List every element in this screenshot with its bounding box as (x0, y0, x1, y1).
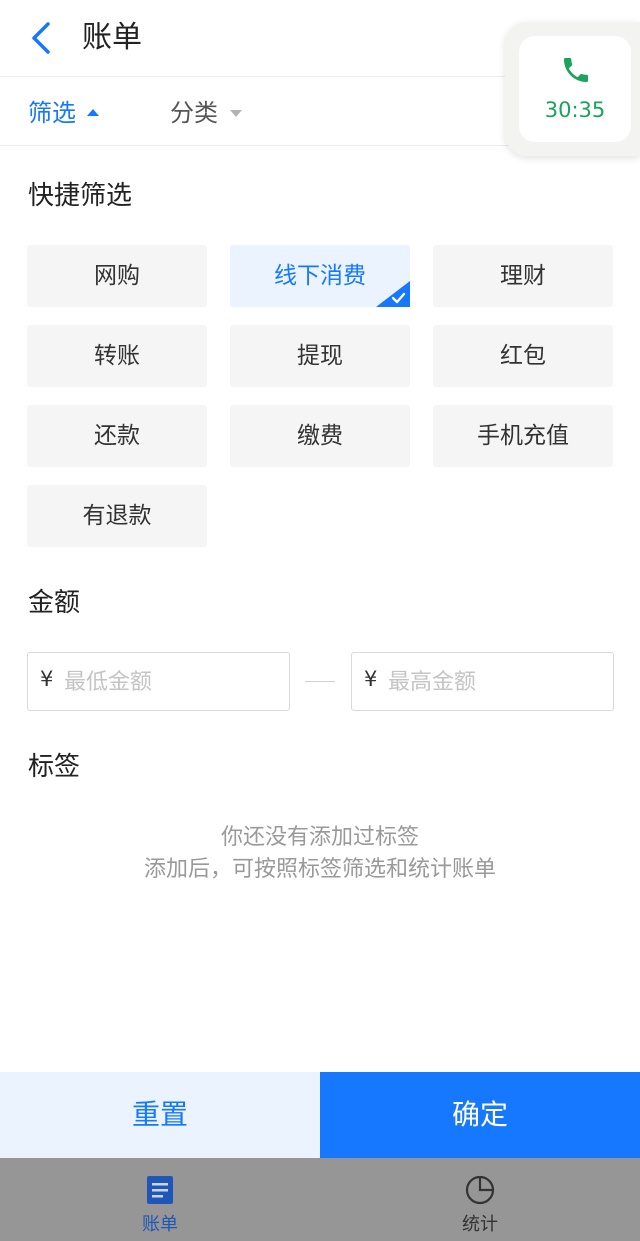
chip-offline-consumption[interactable]: 线下消费 (230, 245, 410, 307)
call-floating-window[interactable]: 30:35 (505, 22, 640, 156)
min-amount-input[interactable] (62, 661, 281, 703)
tags-empty-text: 你还没有添加过标签 (220, 825, 419, 850)
tab-bill[interactable]: 账单 (80, 1158, 240, 1241)
chip-refund[interactable]: 有退款 (27, 485, 207, 547)
tab-bill-label: 账单 (142, 1214, 178, 1235)
chip-repayment[interactable]: 还款 (27, 405, 207, 467)
max-amount-field[interactable]: ¥ (351, 652, 614, 711)
tags-empty-hint: 添加后，可按照标签筛选和统计账单 (143, 857, 496, 882)
range-separator (305, 681, 335, 682)
chip-withdraw[interactable]: 提现 (230, 325, 410, 387)
page-title: 账单 (82, 20, 142, 55)
caret-down-icon (230, 110, 242, 117)
chip-bill-payment[interactable]: 缴费 (230, 405, 410, 467)
tab-statistics[interactable]: 统计 (400, 1158, 560, 1241)
caret-up-icon (87, 109, 99, 116)
checkmark-corner-icon (376, 281, 410, 307)
chip-red-packet[interactable]: 红包 (433, 325, 613, 387)
tags-title: 标签 (28, 752, 81, 782)
back-arrow-icon[interactable] (24, 18, 64, 58)
chip-phone-topup[interactable]: 手机充值 (433, 405, 613, 467)
yen-symbol: ¥ (364, 667, 378, 691)
tab-screen[interactable]: 筛选 (28, 97, 76, 129)
phone-icon (564, 58, 588, 82)
confirm-button[interactable]: 确定 (320, 1072, 640, 1158)
amount-title: 金额 (28, 588, 81, 618)
yen-symbol: ¥ (40, 667, 54, 691)
tab-statistics-label: 统计 (462, 1214, 498, 1235)
chip-offline-consumption-label: 线下消费 (274, 263, 366, 289)
tab-category[interactable]: 分类 (170, 97, 218, 129)
max-amount-input[interactable] (386, 661, 605, 703)
chip-transfer[interactable]: 转账 (27, 325, 207, 387)
quick-filter-title: 快捷筛选 (28, 181, 133, 211)
chip-wealth-management[interactable]: 理财 (433, 245, 613, 307)
min-amount-field[interactable]: ¥ (27, 652, 290, 711)
call-window-inner: 30:35 (519, 36, 631, 142)
call-duration: 30:35 (544, 98, 606, 122)
pie-chart-icon (465, 1175, 495, 1205)
bill-list-icon (147, 1176, 173, 1204)
chip-online-shopping[interactable]: 网购 (27, 245, 207, 307)
reset-button[interactable]: 重置 (0, 1072, 320, 1158)
bottom-tab-bar: 账单 统计 (0, 1158, 640, 1241)
